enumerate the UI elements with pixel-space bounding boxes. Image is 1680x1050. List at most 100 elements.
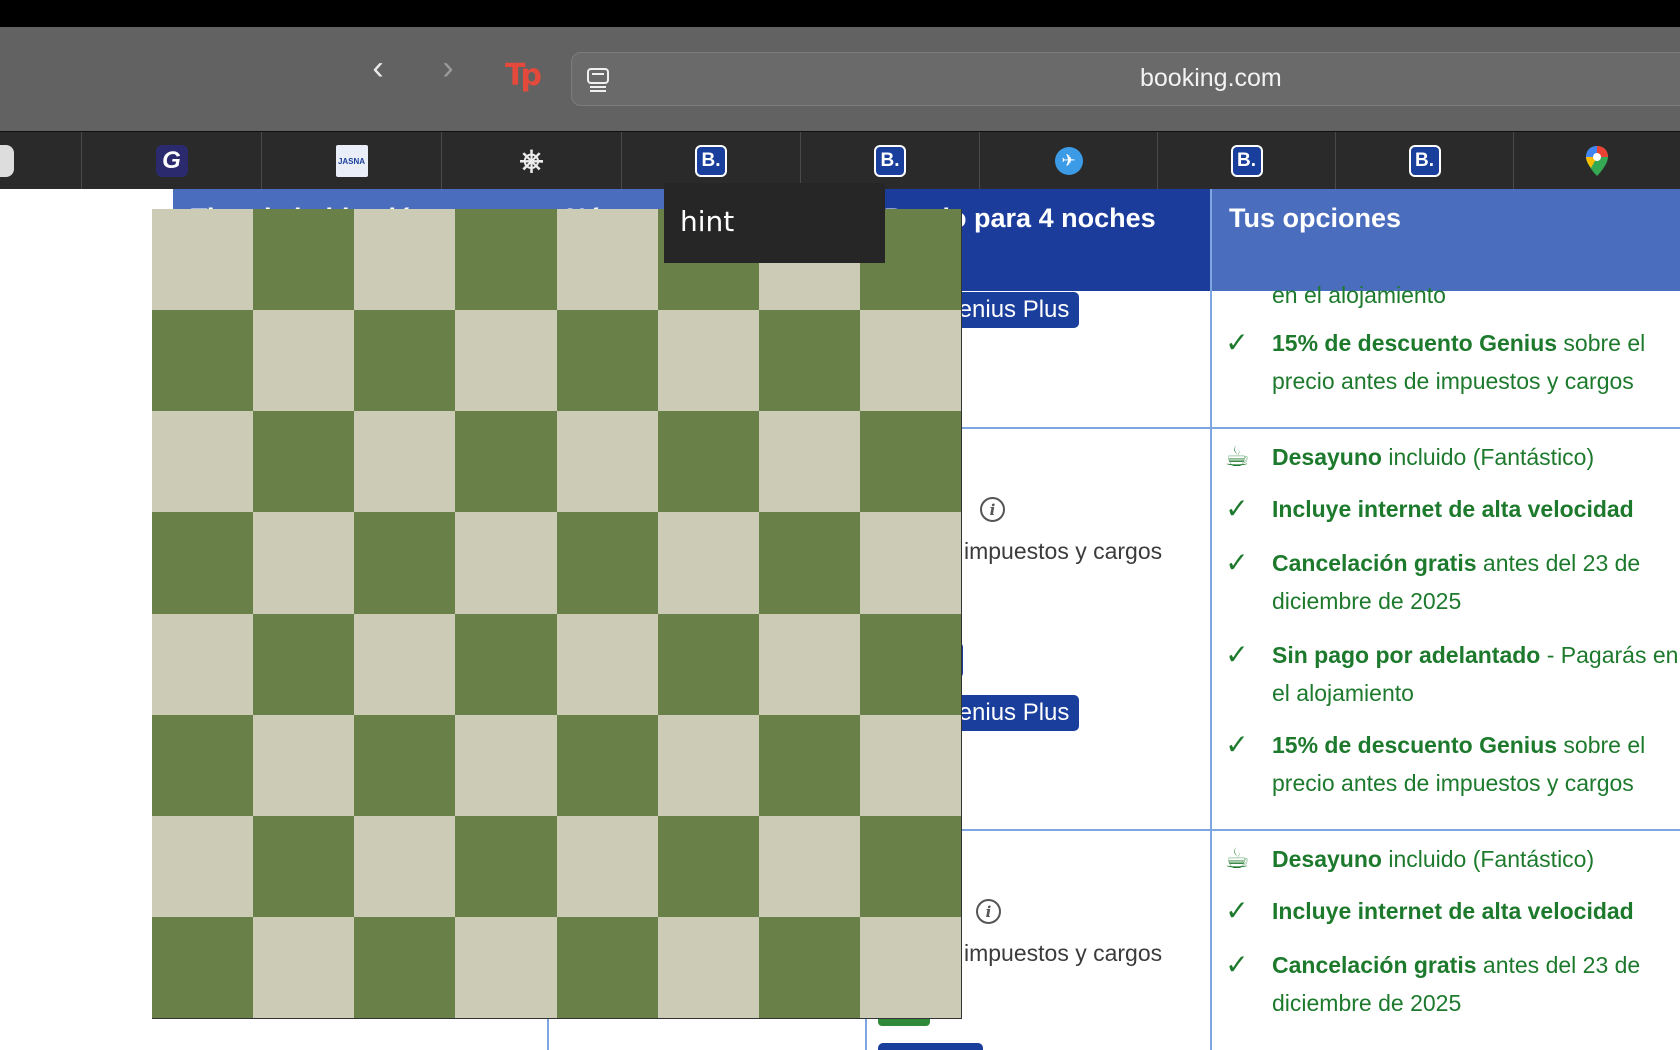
board-square[interactable] [657,714,759,816]
board-square[interactable] [758,512,860,614]
partial-icon [0,145,14,177]
board-square[interactable] [152,815,254,917]
check-icon: ✓ [1225,493,1249,524]
address-bar[interactable] [571,52,1680,106]
board-square[interactable] [455,310,557,412]
tab-4[interactable]: ⎈ [442,132,622,190]
board-square[interactable] [152,613,254,715]
board-square[interactable] [758,916,860,1018]
board-square[interactable] [758,613,860,715]
tab-2[interactable]: G [82,132,262,190]
board-square[interactable] [455,613,557,715]
chatgpt-icon: ⎈ [519,144,544,177]
board-square[interactable] [354,512,456,614]
info-icon[interactable]: i [976,899,1001,924]
check-icon: ✓ [1225,949,1249,980]
tab-5[interactable]: B. [622,132,801,190]
board-square[interactable] [253,411,355,513]
board-square[interactable] [152,714,254,816]
board-square[interactable] [657,815,759,917]
board-square[interactable] [354,714,456,816]
board-square[interactable] [657,916,759,1018]
address-url[interactable]: booking.com [1140,64,1282,93]
menu-bar-strip [0,0,1680,27]
board-square[interactable] [253,916,355,1018]
board-square[interactable] [455,714,557,816]
booking-icon: B. [1230,145,1263,177]
board-square[interactable] [758,310,860,412]
board-square[interactable] [253,512,355,614]
tab-1[interactable] [0,132,82,190]
board-square[interactable] [556,411,658,513]
board-square[interactable] [657,613,759,715]
booking-icon: B. [874,145,906,177]
chessboard-overlay[interactable] [152,209,962,1019]
board-square[interactable] [152,209,254,311]
tab-9[interactable]: B. [1336,132,1514,190]
board-square[interactable] [455,916,557,1018]
check-icon: ✓ [1225,639,1249,670]
board-square[interactable] [152,310,254,412]
board-square[interactable] [556,714,658,816]
tab-6[interactable]: B. [801,132,980,190]
board-square[interactable] [859,714,961,816]
board-square[interactable] [556,512,658,614]
board-square[interactable] [354,815,456,917]
chevron-left-icon: ‹ [372,49,384,87]
board-square[interactable] [859,411,961,513]
board-square[interactable] [859,916,961,1018]
board-square[interactable] [556,815,658,917]
check-icon: ✓ [1225,547,1249,578]
board-square[interactable] [859,815,961,917]
board-square[interactable] [657,411,759,513]
board-square[interactable] [556,209,658,311]
board-square[interactable] [354,411,456,513]
coffee-cup-icon: ☕ [1224,441,1250,472]
tax-note-row3: impuestos y cargos [964,940,1163,966]
board-square[interactable] [758,815,860,917]
board-square[interactable] [354,310,456,412]
board-square[interactable] [556,310,658,412]
board-square[interactable] [253,714,355,816]
check-icon: ✓ [1225,327,1249,358]
hint-button[interactable]: hint [664,183,885,263]
board-square[interactable] [455,209,557,311]
board-square[interactable] [455,512,557,614]
genius-badge [878,1043,983,1050]
row-divider [866,829,1680,831]
board-square[interactable] [152,916,254,1018]
reader-mode-icon[interactable] [585,66,611,92]
board-square[interactable] [455,815,557,917]
back-button[interactable]: ‹ [360,50,396,86]
board-square[interactable] [253,209,355,311]
board-square[interactable] [354,209,456,311]
board-square[interactable] [354,613,456,715]
tab-3[interactable]: JASNA [262,132,442,190]
board-square[interactable] [859,512,961,614]
board-square[interactable] [152,512,254,614]
coffee-cup-icon: ☕ [1224,843,1250,874]
board-square[interactable] [657,310,759,412]
extension-tp-icon[interactable]: Tp [505,58,542,93]
board-square[interactable] [253,815,355,917]
board-square[interactable] [859,613,961,715]
tab-10[interactable] [1514,132,1680,190]
column-divider [1210,189,1212,1050]
board-square[interactable] [354,916,456,1018]
board-square[interactable] [152,411,254,513]
row-divider [866,427,1680,429]
booking-icon: B. [1408,145,1441,177]
board-square[interactable] [253,613,355,715]
board-square[interactable] [657,512,759,614]
tab-7[interactable]: ✈ [980,132,1158,190]
info-icon[interactable]: i [980,497,1005,522]
board-square[interactable] [455,411,557,513]
board-square[interactable] [859,310,961,412]
board-square[interactable] [556,916,658,1018]
board-square[interactable] [556,613,658,715]
board-square[interactable] [758,714,860,816]
board-square[interactable] [253,310,355,412]
tab-8[interactable]: B. [1158,132,1336,190]
forward-button[interactable]: › [430,50,466,86]
board-square[interactable] [758,411,860,513]
